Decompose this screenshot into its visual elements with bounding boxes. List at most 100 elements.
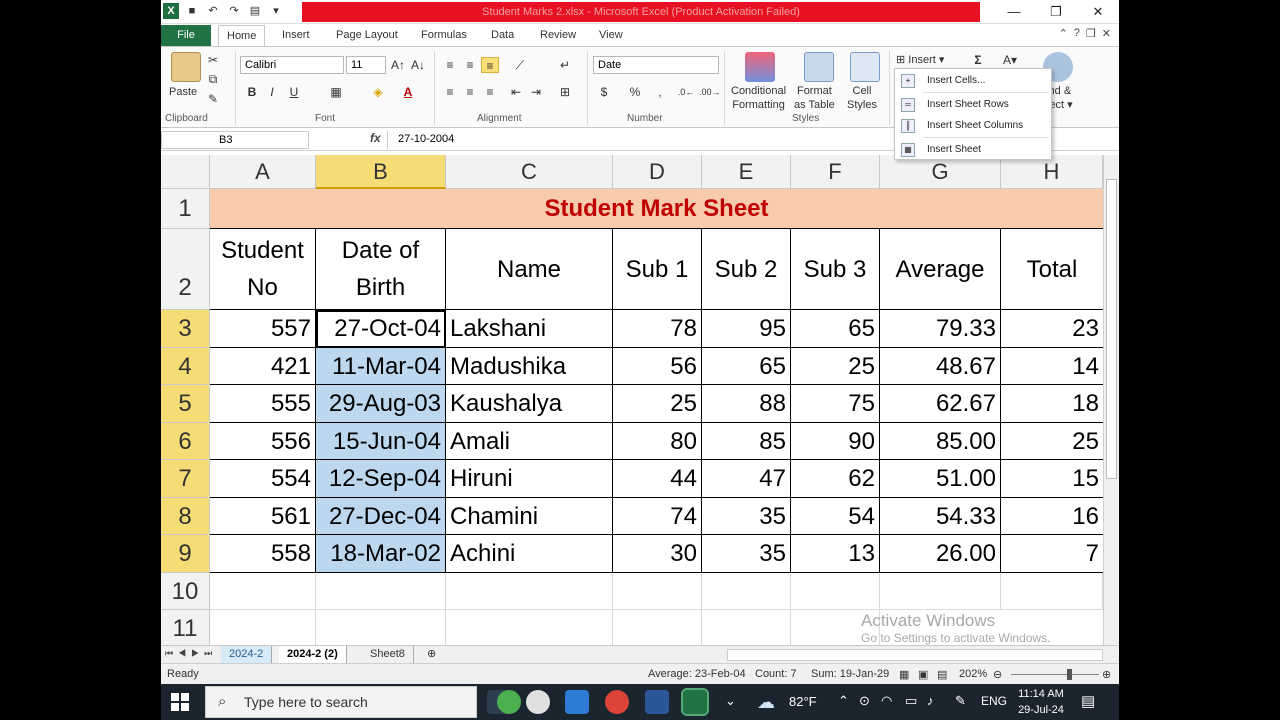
customize-toolbar-icon[interactable]: ▾ <box>268 3 284 19</box>
cell-styles-button[interactable]: Cell Styles <box>847 84 877 112</box>
header-name[interactable]: Name <box>446 229 613 310</box>
page-break-view-icon[interactable]: ▤ <box>937 668 947 681</box>
cell-sub1[interactable]: 30 <box>613 535 702 573</box>
cell-total[interactable]: 16 <box>1001 498 1103 535</box>
empty-cell[interactable] <box>210 573 316 610</box>
sheet-tab-2024-2[interactable]: 2024-2 <box>221 646 273 663</box>
column-header-a[interactable]: A <box>210 155 316 189</box>
cell-sub3[interactable]: 25 <box>791 348 880 385</box>
name-box[interactable]: B3 <box>161 131 309 149</box>
tab-view[interactable]: View <box>591 27 631 46</box>
cell-average[interactable]: 51.00 <box>880 460 1001 498</box>
select-all-corner[interactable] <box>161 155 210 189</box>
column-header-b[interactable]: B <box>316 155 446 189</box>
cell-sub1[interactable]: 80 <box>613 423 702 460</box>
battery-icon[interactable]: ▭ <box>905 693 917 709</box>
photos-icon[interactable] <box>565 690 589 714</box>
header-date-of-birth[interactable]: Date of Birth <box>316 229 446 310</box>
increase-decimal-icon[interactable]: .0← <box>677 84 695 100</box>
cell-sub3[interactable]: 13 <box>791 535 880 573</box>
tab-insert[interactable]: Insert <box>274 27 318 46</box>
excel-taskbar-icon[interactable] <box>681 688 709 716</box>
format-as-table-button[interactable]: Format as Table <box>794 84 835 112</box>
row-header-10[interactable]: 10 <box>161 573 210 610</box>
vertical-scrollbar[interactable] <box>1103 155 1119 645</box>
workbook-close-icon[interactable]: ✕ <box>1102 27 1111 40</box>
cell-name[interactable]: Kaushalya <box>446 385 613 423</box>
row-header-5[interactable]: 5 <box>161 385 210 423</box>
format-painter-icon[interactable]: ✎ <box>204 91 222 107</box>
cell-sub2[interactable]: 88 <box>702 385 791 423</box>
cell-average[interactable]: 48.67 <box>880 348 1001 385</box>
maximize-button[interactable]: ❐ <box>1035 0 1077 24</box>
vertical-scroll-thumb[interactable] <box>1106 179 1117 479</box>
cell-dob[interactable]: 29-Aug-03 <box>316 385 446 423</box>
merge-center-icon[interactable]: ⊞ <box>556 84 574 100</box>
header-student-no[interactable]: Student No <box>210 229 316 310</box>
close-button[interactable]: ✕ <box>1077 0 1119 24</box>
word-icon[interactable] <box>645 690 669 714</box>
paste-button[interactable]: Paste <box>169 85 197 99</box>
cell-student-no[interactable]: 555 <box>210 385 316 423</box>
worksheet-grid[interactable]: A B C D E F G H 1 2 3 4 5 6 7 8 9 10 11 … <box>161 155 1103 648</box>
row-header-4[interactable]: 4 <box>161 348 210 385</box>
cell-student-no[interactable]: 561 <box>210 498 316 535</box>
row-header-3[interactable]: 3 <box>161 310 210 348</box>
font-color-icon[interactable]: A <box>399 84 417 100</box>
weather-temp[interactable]: 82°F <box>789 694 817 709</box>
empty-cell[interactable] <box>791 573 880 610</box>
cell-dob[interactable]: 27-Oct-04 <box>316 310 446 348</box>
cell-sub3[interactable]: 62 <box>791 460 880 498</box>
empty-cell[interactable] <box>316 610 446 648</box>
obs-icon[interactable] <box>526 690 550 714</box>
cell-sub1[interactable]: 44 <box>613 460 702 498</box>
cell-average[interactable]: 79.33 <box>880 310 1001 348</box>
cell-student-no[interactable]: 554 <box>210 460 316 498</box>
tab-page-layout[interactable]: Page Layout <box>328 27 406 46</box>
cell-total[interactable]: 18 <box>1001 385 1103 423</box>
cut-icon[interactable]: ✂ <box>204 52 222 68</box>
column-header-d[interactable]: D <box>613 155 702 189</box>
cell-total[interactable]: 15 <box>1001 460 1103 498</box>
menu-insert-sheet-columns[interactable]: ║ Insert Sheet Columns <box>895 116 1051 136</box>
row-header-8[interactable]: 8 <box>161 498 210 535</box>
paste-icon[interactable] <box>171 52 201 82</box>
percent-icon[interactable]: % <box>626 84 644 100</box>
header-sub3[interactable]: Sub 3 <box>791 229 880 310</box>
header-average[interactable]: Average <box>880 229 1001 310</box>
print-preview-icon[interactable]: ▤ <box>247 3 263 19</box>
redo-icon[interactable]: ↷ <box>226 3 242 19</box>
align-bottom-icon[interactable]: ≡ <box>481 57 499 73</box>
cell-student-no[interactable]: 421 <box>210 348 316 385</box>
help-icon[interactable]: ? <box>1074 27 1080 40</box>
cell-dob[interactable]: 11-Mar-04 <box>316 348 446 385</box>
tab-home[interactable]: Home <box>218 25 266 46</box>
cell-sub2[interactable]: 35 <box>702 535 791 573</box>
cell-sub2[interactable]: 95 <box>702 310 791 348</box>
cell-styles-icon[interactable] <box>850 52 880 82</box>
empty-cell[interactable] <box>446 610 613 648</box>
cell-name[interactable]: Achini <box>446 535 613 573</box>
cell-sub2[interactable]: 47 <box>702 460 791 498</box>
conditional-formatting-icon[interactable] <box>745 52 775 82</box>
align-left-icon[interactable]: ≡ <box>441 84 459 100</box>
cell-average[interactable]: 54.33 <box>880 498 1001 535</box>
undo-icon[interactable]: ↶ <box>205 3 221 19</box>
new-sheet-icon[interactable]: ⊕ <box>419 646 444 663</box>
empty-cell[interactable] <box>316 573 446 610</box>
normal-view-icon[interactable]: ▦ <box>899 668 909 681</box>
cell-sub1[interactable]: 78 <box>613 310 702 348</box>
cell-sub2[interactable]: 85 <box>702 423 791 460</box>
zoom-slider-thumb[interactable] <box>1067 669 1072 680</box>
cell-sub3[interactable]: 90 <box>791 423 880 460</box>
cell-average[interactable]: 26.00 <box>880 535 1001 573</box>
column-header-h[interactable]: H <box>1001 155 1103 189</box>
cell-dob[interactable]: 12-Sep-04 <box>316 460 446 498</box>
cell-sub3[interactable]: 75 <box>791 385 880 423</box>
borders-icon[interactable]: ▦ <box>327 84 345 100</box>
column-header-e[interactable]: E <box>702 155 791 189</box>
sheet-nav-arrows-icon[interactable]: ⏮◀▶⏭ <box>165 648 217 659</box>
row-header-9[interactable]: 9 <box>161 535 210 573</box>
system-clock[interactable]: 11:14 AM 29-Jul-24 <box>1015 686 1067 718</box>
network-icon[interactable]: ◠ <box>881 693 892 709</box>
